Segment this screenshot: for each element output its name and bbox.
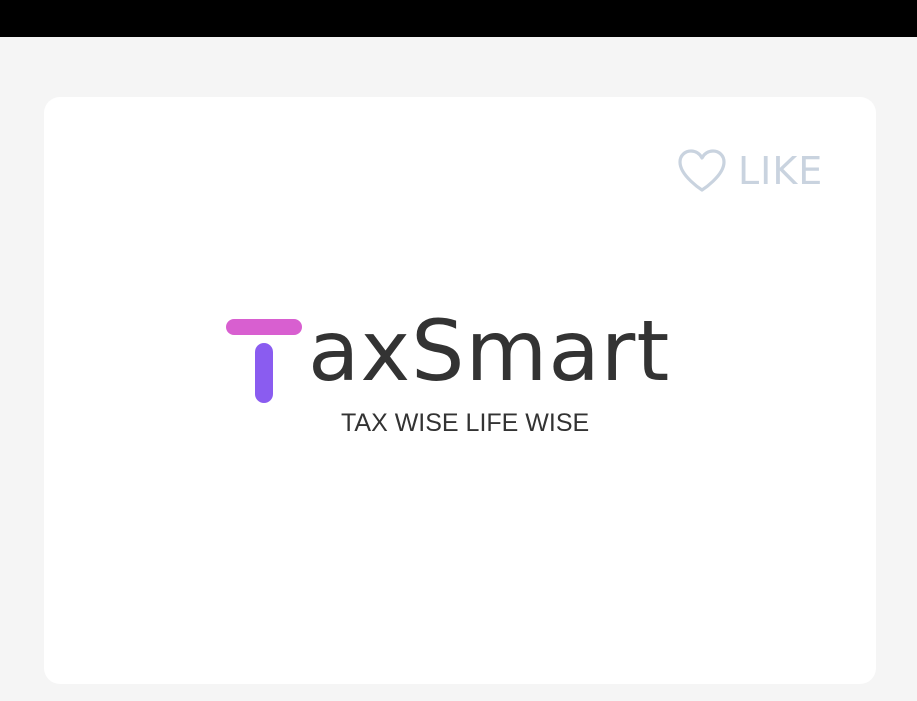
logo-card: LIKE axSmart TAX WISE LIFE WISE [44,97,876,684]
page: LIKE axSmart TAX WISE LIFE WISE [0,37,917,701]
heart-icon [676,148,728,194]
logo-t-bar [226,319,302,335]
logo-t-stem [255,343,273,403]
status-bar [0,0,917,37]
logo-wordmark: axSmart [308,302,671,400]
logo-tagline: TAX WISE LIFE WISE [341,409,590,437]
logo-t-mark [226,317,302,405]
taxsmart-logo: axSmart TAX WISE LIFE WISE [226,309,706,447]
like-label: LIKE [738,149,824,193]
like-button[interactable]: LIKE [676,147,823,195]
